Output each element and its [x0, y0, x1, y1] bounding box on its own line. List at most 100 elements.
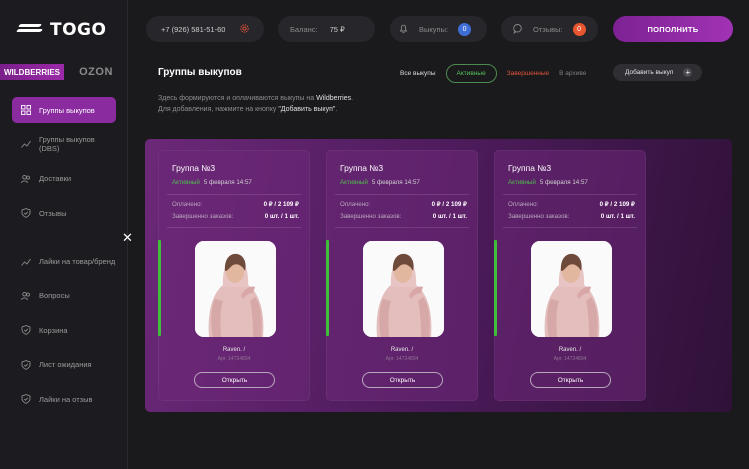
- settings-icon[interactable]: [239, 23, 250, 36]
- add-buyout-label: Добавить выкуп: [625, 69, 674, 76]
- paid-row: Оплачено: 0 ₽ / 2 109 ₽: [172, 201, 299, 208]
- tab-wildberries[interactable]: WILDBERRIES: [0, 64, 64, 80]
- divider: [167, 227, 301, 228]
- balance-label: Баланс:: [290, 24, 318, 34]
- paid-value: 0 ₽ / 2 109 ₽: [263, 201, 299, 208]
- phone-number: +7 (926) 581-51-60: [161, 24, 226, 34]
- buyout-group-card[interactable]: Группа №3 Активный 5 февраля 14:57 Оплаче…: [494, 150, 646, 401]
- paid-label: Оплачено:: [172, 201, 203, 208]
- ordered-label: Завершенно заказов:: [172, 213, 234, 220]
- product-article: Арт. 14724894: [385, 356, 419, 362]
- status-badge: Активный: [340, 179, 368, 186]
- balance-value: 75 ₽: [329, 24, 345, 34]
- grid-icon: [21, 105, 31, 115]
- filter-active[interactable]: Активные: [445, 64, 497, 83]
- ordered-value: 0 шт. / 1 шт.: [600, 213, 635, 220]
- bell-icon: [398, 23, 409, 36]
- buyouts-pill[interactable]: Выкупы: 0: [390, 16, 487, 42]
- filter-all[interactable]: Все выкупы: [400, 70, 436, 77]
- desc-text: .: [335, 105, 338, 113]
- paid-row: Оплачено: 0 ₽ / 2 109 ₽: [508, 201, 635, 208]
- ordered-label: Завершенно заказов:: [508, 213, 570, 220]
- card-title: Группа №3: [340, 163, 384, 173]
- status-accent-bar: [326, 240, 329, 336]
- product-article: Арт. 14724894: [217, 356, 251, 362]
- card-date: 5 февраля 14:57: [371, 179, 420, 186]
- status-badge: Активный: [508, 179, 536, 186]
- balance-pill: Баланс: 75 ₽: [278, 16, 375, 42]
- phone-pill[interactable]: +7 (926) 581-51-60: [146, 16, 264, 42]
- desc-button-ref: "Добавить выкуп": [278, 105, 336, 113]
- desc-text: .: [351, 95, 354, 102]
- sidebar-item-label: Группы выкупов (DBS): [39, 135, 95, 154]
- filter-completed[interactable]: Завершенные: [507, 70, 549, 77]
- open-button[interactable]: Открыть: [194, 372, 275, 388]
- paid-value: 0 ₽ / 2 109 ₽: [431, 201, 467, 208]
- product-article: Арт. 14724894: [553, 356, 587, 362]
- open-button[interactable]: Открыть: [362, 372, 443, 388]
- sidebar-item-waitlist[interactable]: Лист ожидания: [12, 352, 116, 378]
- card-date: 5 февраля 14:57: [539, 179, 588, 186]
- filter-archive[interactable]: В архиве: [559, 70, 586, 77]
- sidebar-item-label: Лист ожидания: [39, 360, 92, 370]
- open-button[interactable]: Открыть: [530, 372, 611, 388]
- desc-text: Здесь формируются и оплачиваются выкупы …: [158, 95, 317, 102]
- sidebar-item-questions[interactable]: Вопросы: [12, 283, 116, 309]
- product-image[interactable]: [195, 241, 276, 337]
- logo-text: TOGO: [50, 20, 107, 40]
- ordered-row: Завершенно заказов: 0 шт. / 1 шт.: [172, 213, 299, 220]
- ordered-value: 0 шт. / 1 шт.: [264, 213, 299, 220]
- buyouts-count-badge: 0: [458, 22, 472, 36]
- sidebar-item-review-likes[interactable]: Лайки на отзыв: [12, 386, 116, 412]
- buyout-group-card[interactable]: Группа №3 Активный 5 февраля 14:57 Оплаче…: [158, 150, 310, 401]
- sidebar-item-label: Корзина: [39, 325, 68, 335]
- sidebar-item-buyout-groups[interactable]: Группы выкупов: [12, 97, 116, 123]
- sidebar-item-label: Группы выкупов: [39, 105, 95, 115]
- desc-brand: Wildberries: [316, 95, 352, 102]
- sidebar-item-cart[interactable]: Корзина: [12, 317, 116, 343]
- shield-icon: [21, 208, 31, 219]
- card-status: Активный 5 февраля 14:57: [508, 179, 588, 186]
- divider: [167, 194, 301, 195]
- close-sidebar-icon[interactable]: ✕: [122, 230, 133, 246]
- product-name: Raven. /: [222, 347, 246, 353]
- divider: [335, 227, 469, 228]
- product-image[interactable]: [531, 241, 612, 337]
- status-accent-bar: [494, 240, 497, 336]
- paid-value: 0 ₽ / 2 109 ₽: [599, 201, 635, 208]
- marketplace-tabs: WILDBERRIES OZON: [0, 64, 128, 80]
- buyout-group-card[interactable]: Группа №3 Активный 5 февраля 14:57 Оплаче…: [326, 150, 478, 401]
- sidebar: TOGO WILDBERRIES OZON Группы выкупов Гру…: [0, 0, 128, 469]
- paid-label: Оплачено:: [340, 201, 371, 208]
- status-badge: Активный: [172, 179, 200, 186]
- shield-icon: [21, 325, 31, 336]
- users-icon: [21, 291, 31, 301]
- page-description: Здесь формируются и оплачиваются выкупы …: [158, 94, 353, 115]
- sidebar-item-label: Доставки: [39, 174, 72, 184]
- ordered-label: Завершенно заказов:: [340, 213, 402, 220]
- card-status: Активный 5 февраля 14:57: [172, 179, 252, 186]
- chart-icon: [21, 139, 31, 149]
- sidebar-item-reviews[interactable]: Отзывы: [12, 200, 116, 226]
- divider: [335, 194, 469, 195]
- add-buyout-button[interactable]: Добавить выкуп +: [613, 64, 702, 81]
- divider: [503, 194, 637, 195]
- product-name: Raven. /: [390, 347, 414, 353]
- paid-row: Оплачено: 0 ₽ / 2 109 ₽: [340, 201, 467, 208]
- paid-label: Оплачено:: [508, 201, 539, 208]
- sidebar-item-deliveries[interactable]: Доставки: [12, 166, 116, 192]
- reviews-count-badge: 0: [572, 22, 586, 36]
- logo[interactable]: TOGO: [15, 20, 107, 40]
- tab-ozon[interactable]: OZON: [64, 64, 128, 80]
- sidebar-item-buyout-groups-dbs[interactable]: Группы выкупов (DBS): [12, 131, 116, 157]
- product-image[interactable]: [363, 241, 444, 337]
- product-name: Raven. /: [558, 347, 582, 353]
- reviews-pill[interactable]: Отзывы: 0: [501, 16, 598, 42]
- topup-button[interactable]: ПОПОЛНИТЬ: [613, 16, 733, 42]
- sidebar-item-label: Отзывы: [39, 208, 67, 218]
- sidebar-nav: Группы выкупов Группы выкупов (DBS) Дост…: [12, 97, 116, 421]
- sidebar-item-product-likes[interactable]: Лайки на товар/бренд: [12, 249, 116, 275]
- users-icon: [21, 174, 31, 184]
- card-title: Группа №3: [508, 163, 552, 173]
- card-title: Группа №3: [172, 163, 216, 173]
